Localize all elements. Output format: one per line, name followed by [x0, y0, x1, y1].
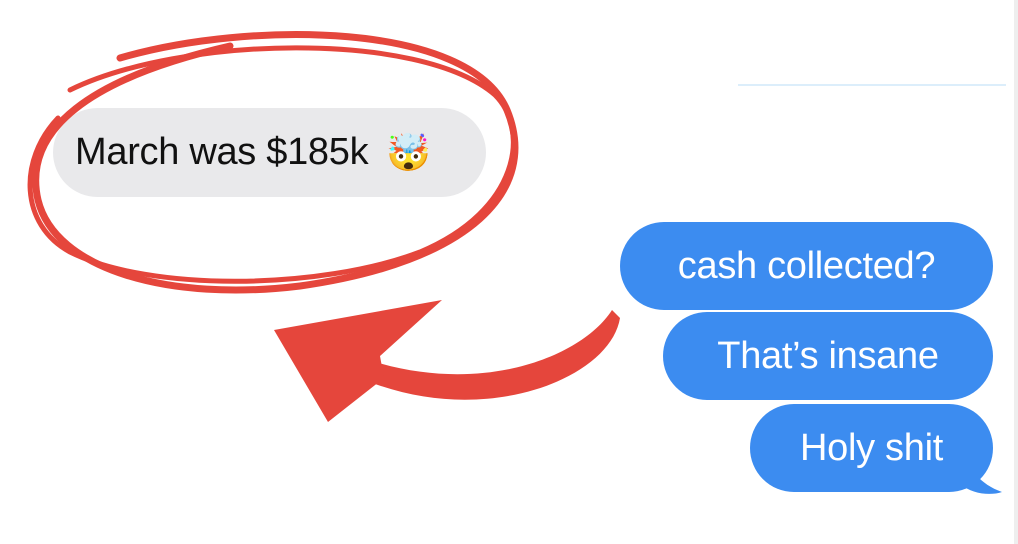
- red-arrow-pointer: [274, 300, 620, 422]
- incoming-message-text: March was $185k: [75, 131, 369, 173]
- exploding-head-emoji-icon: 🤯: [386, 131, 431, 173]
- outgoing-message-bubble[interactable]: That’s insane: [663, 312, 993, 400]
- bubble-tail-icon: [960, 440, 1002, 494]
- outgoing-message-text: Holy shit: [799, 426, 943, 469]
- outgoing-message-bubble[interactable]: cash collected?: [620, 222, 993, 310]
- window-edge: [1014, 0, 1018, 544]
- outgoing-message-bubble[interactable]: Holy shit: [750, 404, 993, 492]
- outgoing-message-text: cash collected?: [677, 244, 936, 287]
- outgoing-message-text: That’s insane: [717, 334, 939, 377]
- divider-line: [738, 84, 1006, 86]
- incoming-message-bubble[interactable]: March was $185k 🤯: [53, 108, 486, 197]
